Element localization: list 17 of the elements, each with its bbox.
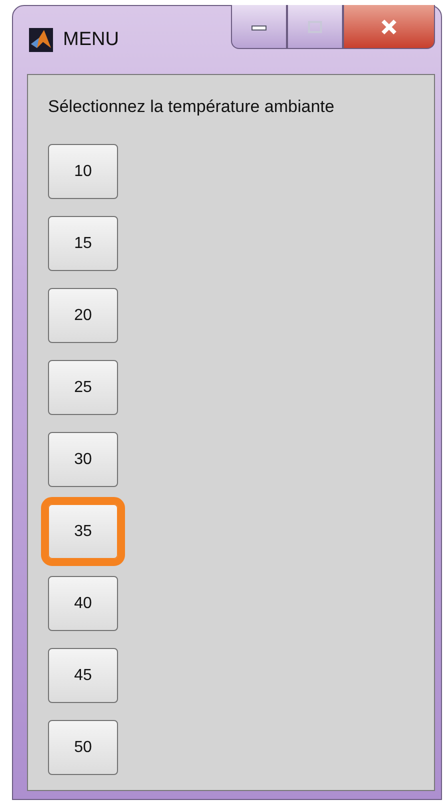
app-icon: [29, 28, 53, 52]
temperature-button[interactable]: 30: [48, 432, 118, 487]
minimize-icon: [251, 22, 267, 30]
maximize-icon: [307, 20, 323, 34]
temperature-button[interactable]: 10: [48, 144, 118, 199]
temperature-button[interactable]: 15: [48, 216, 118, 271]
minimize-button[interactable]: [231, 5, 287, 49]
temperature-button[interactable]: 20: [48, 288, 118, 343]
temperature-button[interactable]: 25: [48, 360, 118, 415]
window-title: MENU: [63, 29, 119, 51]
temperature-button[interactable]: 40: [48, 576, 118, 631]
temperature-button[interactable]: 50: [48, 720, 118, 775]
close-icon: [380, 18, 398, 34]
maximize-button[interactable]: [287, 5, 343, 49]
prompt-label: Sélectionnez la température ambiante: [48, 97, 336, 117]
temperature-button[interactable]: 45: [48, 648, 118, 703]
close-button[interactable]: [343, 5, 435, 49]
